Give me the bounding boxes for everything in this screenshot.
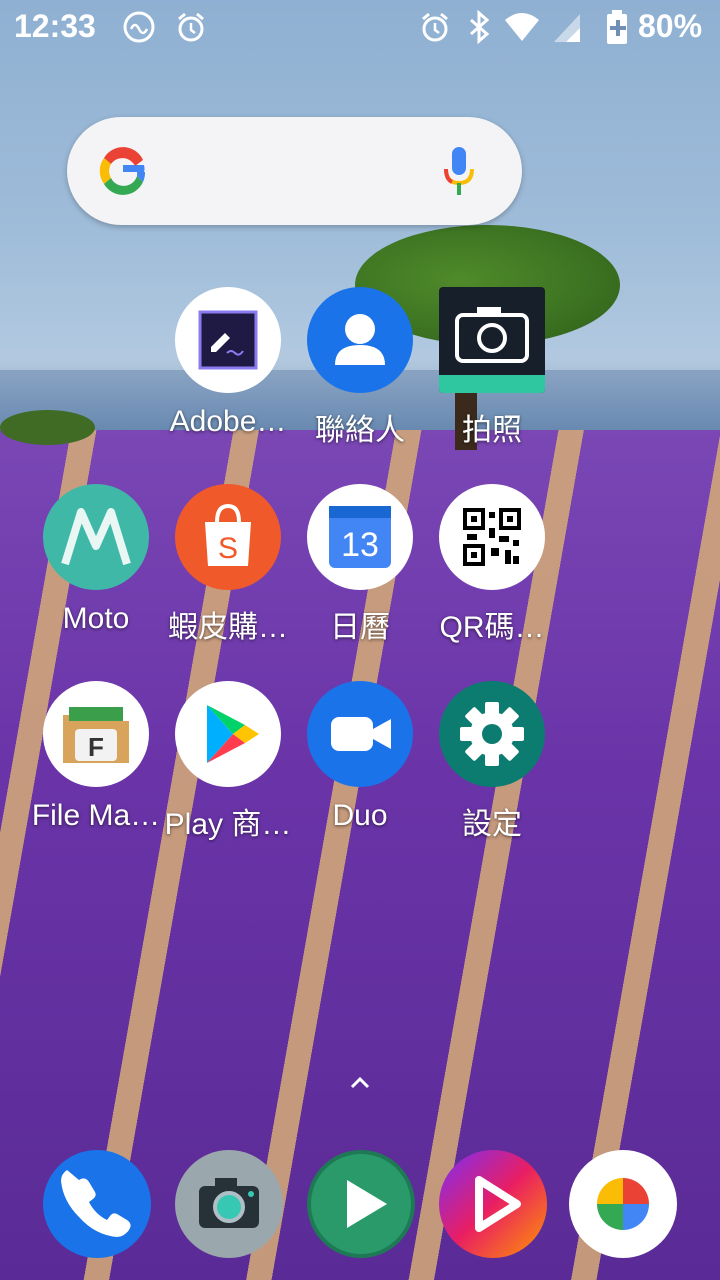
app-label: 日曆 <box>330 611 390 644</box>
mic-icon[interactable] <box>442 145 476 197</box>
moto-icon <box>43 484 149 590</box>
signal-icon <box>550 10 584 44</box>
dock-photos[interactable] <box>569 1150 677 1258</box>
app-label: Play 商… <box>164 808 292 841</box>
app-settings[interactable]: 設定 <box>427 681 557 856</box>
wifi-icon <box>504 10 539 44</box>
duo-icon <box>307 681 413 787</box>
app-label: Adobe… <box>169 405 287 438</box>
dock-video-player[interactable] <box>307 1150 415 1258</box>
app-play-store[interactable]: Play 商… <box>163 681 293 856</box>
file-manager-letter: F <box>88 732 104 762</box>
settings-icon <box>439 681 545 787</box>
sync-icon <box>122 10 156 44</box>
app-qr-code[interactable]: QR碼… <box>427 484 557 659</box>
app-label: Moto <box>62 602 130 635</box>
google-icon <box>95 143 151 199</box>
battery-percentage: 80% <box>638 8 703 44</box>
google-search-bar[interactable] <box>67 117 522 225</box>
app-label: 聯絡人 <box>315 414 405 447</box>
battery-charging-icon <box>600 10 634 44</box>
app-camera-photo[interactable]: 拍照 <box>427 287 557 462</box>
contacts-icon <box>307 287 413 393</box>
bluetooth-icon <box>462 9 496 45</box>
app-label: File Ma… <box>31 799 161 832</box>
app-moto[interactable]: Moto <box>31 484 161 659</box>
wallpaper-bush <box>0 410 95 445</box>
dock-phone[interactable] <box>43 1150 151 1258</box>
qr-code-icon <box>439 484 545 590</box>
app-label: 拍照 <box>462 414 522 447</box>
app-label: 蝦皮購… <box>168 611 288 644</box>
dock-camera[interactable] <box>175 1150 283 1258</box>
app-adobe[interactable]: Adobe… <box>163 287 293 462</box>
alarm-icon <box>174 10 208 44</box>
app-contacts[interactable]: 聯絡人 <box>295 287 425 462</box>
alarm-icon <box>418 10 452 44</box>
app-label: Duo <box>332 799 388 832</box>
camera-icon <box>439 287 545 393</box>
calendar-icon: 13 <box>307 484 413 590</box>
dock-music-player[interactable] <box>439 1150 547 1258</box>
status-bar: 12:33 80% <box>0 0 720 56</box>
calendar-date: 13 <box>341 526 379 564</box>
app-drawer-chevron-up-icon[interactable] <box>346 1072 374 1092</box>
app-label: 設定 <box>462 808 522 841</box>
shopee-icon: S <box>175 484 281 590</box>
svg-text:S: S <box>218 532 238 565</box>
app-calendar[interactable]: 13 日曆 <box>295 484 425 659</box>
app-duo[interactable]: Duo <box>295 681 425 856</box>
app-file-manager[interactable]: F File Ma… <box>31 681 161 856</box>
app-label: QR碼… <box>439 611 545 644</box>
play-store-icon <box>175 681 281 787</box>
adobe-fill-sign-icon <box>175 287 281 393</box>
app-shopee[interactable]: S 蝦皮購… <box>163 484 293 659</box>
status-time: 12:33 <box>14 8 96 44</box>
file-manager-icon: F <box>43 681 149 787</box>
